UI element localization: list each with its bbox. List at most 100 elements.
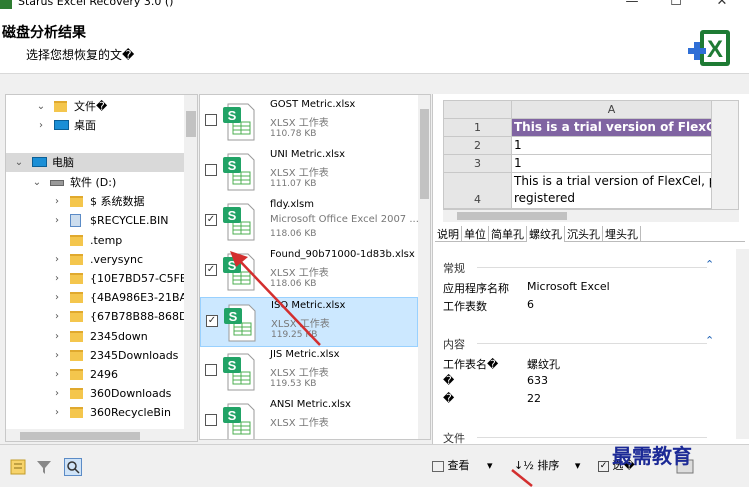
chevron-right-icon[interactable]: › <box>52 327 62 346</box>
tree-item[interactable]: ⌄ 软件 (D:) <box>6 173 186 192</box>
tree-item[interactable]: › 2345down <box>6 327 186 346</box>
tree-hscroll-thumb[interactable] <box>20 432 140 440</box>
file-checkbox[interactable] <box>205 414 217 426</box>
folder-tree[interactable]: ⌄ 文件� › 桌面 ⌄ 电脑 ⌄ 软件 (D:) › $ 系统数据 › $RECYCLE.BIN .t… <box>5 94 198 442</box>
title-bar: Starus Excel Recovery 3.0 () — ☐ ✕ <box>0 0 749 12</box>
file-checkbox[interactable] <box>205 164 217 176</box>
section-file[interactable]: 文件 <box>443 430 707 444</box>
search-icon[interactable] <box>64 458 82 476</box>
chevron-right-icon[interactable]: › <box>52 384 62 403</box>
chevron-right-icon[interactable]: › <box>52 346 62 365</box>
sort-button[interactable]: ↓½ 排序 ▾ <box>514 457 580 473</box>
cell-a1[interactable]: This is a trial version of FlexCel, p <box>512 119 712 137</box>
section-general-title: 常规 <box>443 262 465 275</box>
file-list-scroll-thumb[interactable] <box>420 109 429 199</box>
properties-scrollbar[interactable] <box>736 249 749 439</box>
tab-sheet-1[interactable]: 说明 <box>435 226 462 242</box>
tree-item[interactable]: › {4BA986E3-21BA- <box>6 288 191 307</box>
file-row[interactable]: S ANSI Metric.xlsx XLSX 工作表 <box>200 397 418 439</box>
computer-icon <box>32 157 47 167</box>
tree-item-label: .temp <box>90 234 123 247</box>
excel-file-icon: S <box>223 103 255 141</box>
chevron-right-icon[interactable]: › <box>52 403 62 422</box>
file-row[interactable]: ✓ S ISO Metric.xlsx XLSX 工作表 119.25 KB <box>200 297 418 347</box>
section-general[interactable]: 常规 ⌃ <box>443 258 714 276</box>
tree-item[interactable]: ⌄ 文件� <box>6 97 186 116</box>
minimize-button[interactable]: — <box>612 0 652 9</box>
collapse-icon[interactable]: ⌃ <box>705 258 714 271</box>
spreadsheet-preview[interactable]: A 1This is a trial version of FlexCel, p… <box>443 100 739 210</box>
file-list[interactable]: S GOST Metric.xlsx XLSX 工作表 110.78 KB S UNI M… <box>199 94 431 440</box>
file-name: Found_90b71000-1d83b.xlsx <box>270 249 415 260</box>
file-checkbox[interactable] <box>205 364 217 376</box>
tree-item[interactable]: › 2345Downloads <box>6 346 186 365</box>
collapse-icon[interactable]: ⌃ <box>705 334 714 347</box>
chevron-right-icon[interactable]: › <box>52 211 62 230</box>
tree-scroll-thumb[interactable] <box>186 111 196 137</box>
chevron-right-icon[interactable]: › <box>36 116 46 135</box>
chevron-down-icon[interactable]: ⌄ <box>36 97 46 116</box>
tree-item[interactable]: › 2496 <box>6 365 186 384</box>
file-row[interactable]: S UNI Metric.xlsx XLSX 工作表 111.07 KB <box>200 147 418 197</box>
file-list-scrollbar[interactable] <box>418 95 430 439</box>
file-row[interactable]: ✓ Sfldy.xlsm Microsoft Office Excel 2007 .… <box>200 197 419 247</box>
chevron-down-icon[interactable]: ⌄ <box>14 153 24 172</box>
preview-hscroll-thumb[interactable] <box>457 212 567 220</box>
filter-icon[interactable] <box>36 459 52 475</box>
tree-item[interactable]: › 桌面 <box>6 116 186 135</box>
close-button[interactable]: ✕ <box>702 0 742 9</box>
tab-sheet-5[interactable]: 沉头孔 <box>565 226 603 242</box>
file-checkbox[interactable]: ✓ <box>206 315 218 327</box>
tree-item[interactable]: › 360Downloads <box>6 384 186 403</box>
tree-vertical-scrollbar[interactable] <box>184 95 197 429</box>
tree-item[interactable]: › {67B78B88-868D- <box>6 307 192 326</box>
prop-value: 22 <box>527 392 541 405</box>
tab-sheet-2[interactable]: 单位 <box>462 226 489 242</box>
tree-item[interactable]: › $ 系统数据 <box>6 192 186 211</box>
recycle-icon <box>70 214 81 227</box>
tree-item[interactable]: › .verysync <box>6 250 186 269</box>
cell-a3[interactable]: 1 <box>512 155 712 173</box>
tree-item[interactable]: › $RECYCLE.BIN <box>6 211 186 230</box>
cell-a2[interactable]: 1 <box>512 137 712 155</box>
section-content[interactable]: 内容 ⌃ <box>443 334 714 352</box>
folder-icon <box>54 101 67 112</box>
chevron-right-icon[interactable]: › <box>52 269 62 288</box>
chevron-right-icon[interactable]: › <box>52 288 62 307</box>
file-name: ISO Metric.xlsx <box>271 300 346 311</box>
file-row[interactable]: S GOST Metric.xlsx XLSX 工作表 110.78 KB <box>200 97 418 147</box>
maximize-button[interactable]: ☐ <box>656 0 696 9</box>
tree-item-label: 电脑 <box>52 156 74 169</box>
tree-item[interactable]: › {10E7BD57-C5FE- <box>6 269 191 288</box>
preview-horizontal-scrollbar[interactable] <box>443 210 739 222</box>
file-name: fldy.xlsm <box>270 199 314 210</box>
svg-text:S: S <box>228 408 237 423</box>
tree-item-label: 360RecycleBin <box>90 406 171 419</box>
preview-scrollbar[interactable] <box>712 101 738 209</box>
cell-a4[interactable]: This is a trial version of FlexCel, p reg… <box>512 173 712 209</box>
view-button[interactable]: 查看 ▾ <box>432 457 493 473</box>
tab-sheet-4[interactable]: 螺纹孔 <box>527 226 565 242</box>
chevron-down-icon[interactable]: ⌄ <box>32 173 42 192</box>
file-row[interactable]: S JIS Metric.xlsx XLSX 工作表 119.53 KB <box>200 347 418 397</box>
tree-horizontal-scrollbar[interactable] <box>6 429 197 441</box>
folder-icon <box>70 292 83 303</box>
tab-sheet-3[interactable]: 简单孔 <box>489 226 527 242</box>
notes-icon[interactable] <box>10 459 26 475</box>
file-row[interactable]: ✓ S Found_90b71000-1d83b.xlsx XLSX 工作表 118.0… <box>200 247 418 297</box>
chevron-right-icon[interactable]: › <box>52 250 62 269</box>
tree-item[interactable]: ⌄ 电脑 <box>6 153 186 172</box>
file-checkbox[interactable]: ✓ <box>205 214 217 226</box>
chevron-right-icon[interactable]: › <box>52 192 62 211</box>
chevron-right-icon[interactable]: › <box>52 307 62 326</box>
tree-item[interactable]: .temp <box>6 231 186 250</box>
file-checkbox[interactable] <box>205 114 217 126</box>
folder-icon <box>70 331 83 342</box>
chevron-right-icon[interactable]: › <box>52 365 62 384</box>
excel-file-icon: S <box>223 253 255 291</box>
tab-sheet-6[interactable]: 埋头孔 <box>603 226 641 242</box>
file-checkbox[interactable]: ✓ <box>205 264 217 276</box>
tree-item-label: .verysync <box>90 253 144 266</box>
tree-item[interactable]: › 360RecycleBin <box>6 403 186 422</box>
svg-text:S: S <box>228 358 237 373</box>
